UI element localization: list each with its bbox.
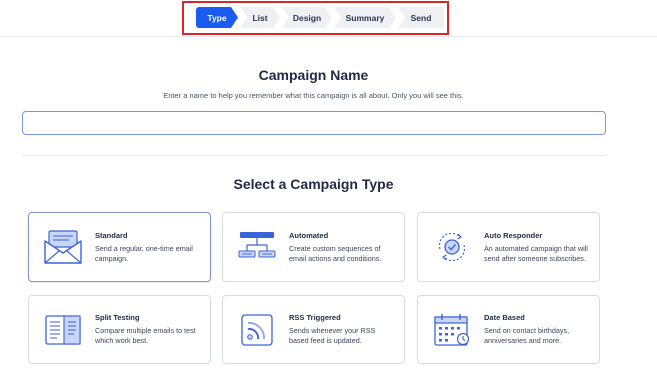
card-title: Split Testing <box>95 313 140 323</box>
campaign-name-heading: Campaign Name <box>258 67 369 83</box>
card-description: Create custom sequences of email actions… <box>289 243 382 263</box>
workflow-icon <box>231 223 283 271</box>
card-description: Send a regular, one-time email campaign. <box>95 243 193 263</box>
campaign-type-heading: Select a Campaign Type <box>233 176 394 192</box>
card-title: RSS Triggered <box>289 313 341 323</box>
card-description: An automated campaign that will send aft… <box>484 243 588 263</box>
card-title: Auto Responder <box>484 230 543 240</box>
card-title: Date Based <box>484 313 525 323</box>
campaign-name-input[interactable] <box>22 111 606 135</box>
calendar-icon <box>426 306 478 354</box>
campaign-type-rss-triggered[interactable]: RSS Triggered Sends whenever your RSS ba… <box>222 295 405 364</box>
section-divider <box>22 155 606 156</box>
stepper-highlight-box <box>182 1 449 35</box>
campaign-type-standard[interactable]: Standard Send a regular, one-time email … <box>28 212 211 282</box>
campaign-type-split-testing[interactable]: Split Testing Compare multiple emails to… <box>28 295 211 364</box>
campaign-name-helper: Enter a name to help you remember what t… <box>163 91 464 100</box>
card-description: Sends whenever your RSS based feed is up… <box>289 326 376 345</box>
rss-icon <box>231 306 283 354</box>
envelope-icon <box>37 223 89 271</box>
card-title: Standard <box>95 230 128 240</box>
campaign-type-automated[interactable]: Automated Create custom sequences of ema… <box>222 212 405 282</box>
auto-responder-icon <box>426 223 478 271</box>
card-title: Automated <box>289 230 329 240</box>
campaign-type-auto-responder[interactable]: Auto Responder An automated campaign tha… <box>417 212 600 282</box>
top-bar: Type List Design Summary Send <box>0 0 657 37</box>
card-description: Send on contact birthdays, anniversaries… <box>484 326 570 345</box>
campaign-type-date-based[interactable]: Date Based Send on contact birthdays, an… <box>417 295 600 364</box>
split-test-icon <box>37 306 89 354</box>
card-description: Compare multiple emails to test which wo… <box>95 326 196 345</box>
